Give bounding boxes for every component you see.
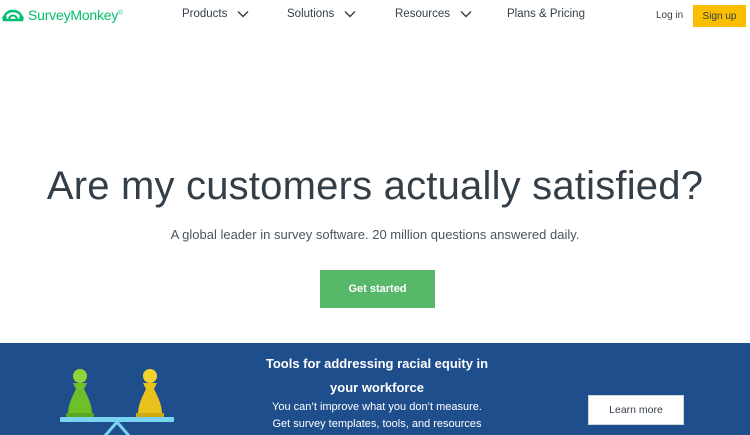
get-started-button[interactable]: Get started bbox=[320, 270, 435, 308]
nav-products[interactable]: Products bbox=[182, 8, 249, 20]
nav-resources[interactable]: Resources bbox=[395, 8, 472, 20]
banner-body-line-2: Get survey templates, tools, and resourc… bbox=[272, 418, 482, 430]
chevron-down-icon bbox=[237, 11, 249, 18]
nav-products-label: Products bbox=[182, 8, 228, 20]
balance-scale-illustration bbox=[60, 369, 174, 435]
hero-subtitle: A global leader in survey software. 20 m… bbox=[170, 227, 580, 242]
hero-title: Are my customers actually satisfied? bbox=[46, 164, 704, 208]
nav-solutions-label: Solutions bbox=[287, 8, 335, 20]
chevron-down-icon bbox=[460, 11, 472, 18]
nav-plans-pricing[interactable]: Plans & Pricing bbox=[507, 8, 585, 20]
nav-resources-label: Resources bbox=[395, 8, 450, 20]
chevron-down-icon bbox=[344, 11, 356, 18]
nav-plans-pricing-label: Plans & Pricing bbox=[507, 8, 585, 20]
nav-solutions[interactable]: Solutions bbox=[287, 8, 356, 20]
banner-body-line-1: You can’t improve what you don’t measure… bbox=[272, 401, 482, 413]
surveymonkey-logo[interactable]: SurveyMonkey® bbox=[2, 7, 123, 23]
banner-body: You can’t improve what you don’t measure… bbox=[256, 399, 498, 433]
login-link[interactable]: Log in bbox=[656, 10, 683, 21]
top-navigation-bar: SurveyMonkey® Products Solutions Resourc… bbox=[0, 0, 750, 34]
learn-more-button[interactable]: Learn more bbox=[588, 395, 684, 425]
signup-button[interactable]: Sign up bbox=[693, 5, 746, 27]
banner-title: Tools for addressing racial equity in yo… bbox=[265, 356, 489, 395]
logo-wordmark: SurveyMonkey® bbox=[28, 7, 123, 23]
surveymonkey-logo-icon bbox=[2, 9, 24, 22]
